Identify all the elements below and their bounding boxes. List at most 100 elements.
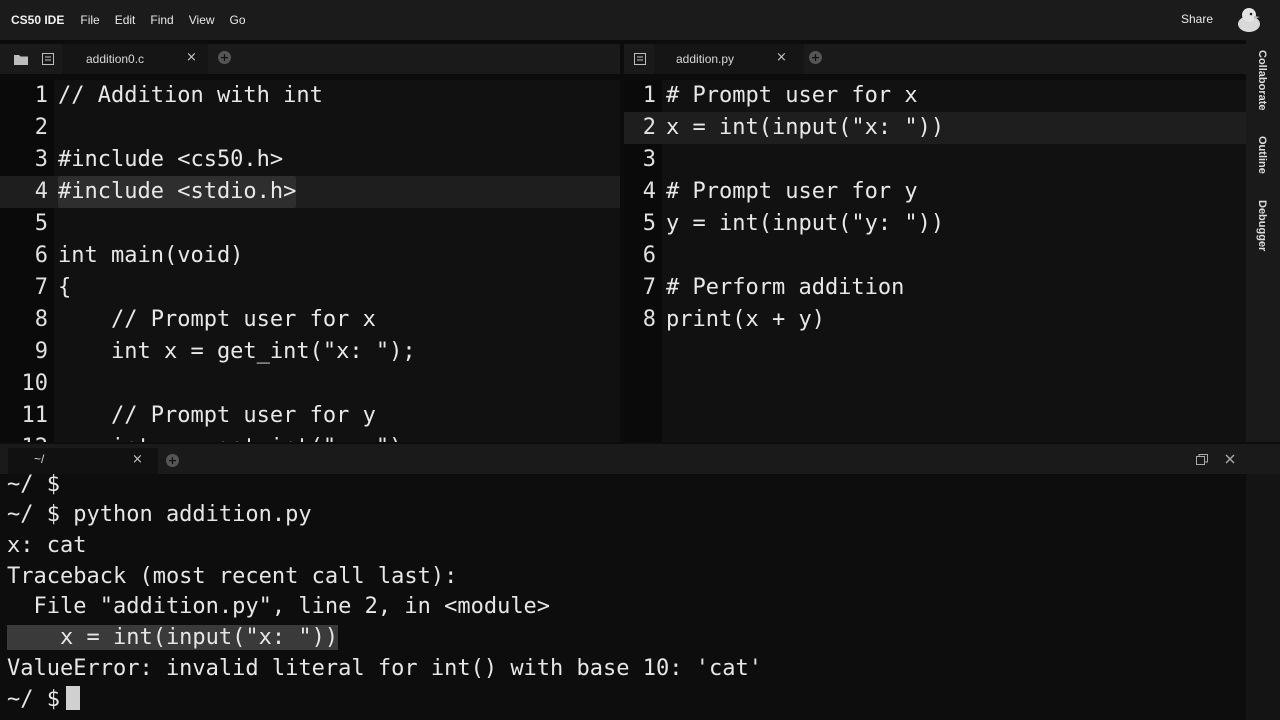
- line-number: 6: [642, 243, 656, 268]
- terminal-cursor: [65, 686, 80, 710]
- line-number: 8: [34, 307, 48, 332]
- tab-label: addition0.c: [86, 52, 145, 66]
- code-text: # Perform addition: [666, 275, 905, 300]
- line-number: 10: [21, 371, 49, 396]
- code-line[interactable]: 5 y = int(input("y: ")): [624, 208, 1246, 240]
- terminal-line: x: cat: [7, 533, 87, 558]
- terminal-prompt: ~/ $: [7, 687, 60, 712]
- tab-debugger[interactable]: Debugger: [1256, 200, 1268, 251]
- code-text: #include <cs50.h>: [58, 147, 284, 172]
- close-icon[interactable]: [1225, 454, 1235, 464]
- line-number: 4: [642, 179, 656, 204]
- line-number: 6: [34, 243, 48, 268]
- right-code-editor[interactable]: 1 # Prompt user for x 2 x = int(input("x: "…: [624, 80, 1246, 442]
- code-line[interactable]: 1 # Prompt user for x: [624, 80, 1246, 112]
- tab-label: ~/: [34, 452, 45, 466]
- code-line[interactable]: 3: [624, 144, 1246, 176]
- code-line[interactable]: 12 int y = get_int("y: ");: [0, 432, 620, 442]
- line-number: 3: [34, 147, 48, 172]
- terminal-line: File "addition.py", line 2, in <module>: [7, 594, 551, 619]
- app-brand: CS50 IDE: [11, 13, 65, 27]
- code-line[interactable]: 6: [624, 240, 1246, 272]
- code-text: int main(void): [58, 243, 244, 268]
- line-number: 1: [642, 83, 656, 108]
- line-number: 5: [34, 211, 48, 236]
- code-line[interactable]: 1 // Addition with int: [0, 80, 620, 112]
- code-line[interactable]: 2 x = int(input("x: ")): [624, 112, 1246, 144]
- menu-go[interactable]: Go: [230, 13, 246, 27]
- tab-addition-py[interactable]: addition.py ×: [654, 44, 804, 74]
- code-text: // Prompt user for y: [58, 403, 376, 428]
- share-button[interactable]: Share: [1181, 12, 1213, 26]
- close-icon[interactable]: ×: [132, 452, 143, 467]
- terminal-scrollbar[interactable]: [1246, 474, 1280, 720]
- code-text: {: [58, 275, 72, 300]
- code-line[interactable]: 4 # Prompt user for y: [624, 176, 1246, 208]
- menu-find[interactable]: Find: [150, 13, 173, 27]
- line-number: 1: [34, 83, 48, 108]
- right-sidebar: Collaborate Outline Debugger: [1246, 40, 1280, 442]
- restore-window-icon[interactable]: [1196, 454, 1208, 465]
- new-tab-button[interactable]: +: [809, 51, 822, 64]
- close-icon[interactable]: ×: [186, 50, 197, 65]
- code-line[interactable]: 11 // Prompt user for y: [0, 400, 620, 432]
- menu-view[interactable]: View: [189, 13, 215, 27]
- code-line[interactable]: 4 #include <stdio.h>: [0, 176, 620, 208]
- terminal-output[interactable]: ~/ $ ~/ $ python addition.py x: cat Trac…: [0, 472, 1246, 720]
- terminal-line: ~/ $ python addition.py: [7, 502, 312, 527]
- code-text: // Prompt user for x: [58, 307, 376, 332]
- code-line[interactable]: 7 # Perform addition: [624, 272, 1246, 304]
- terminal-line: ~/ $: [7, 472, 60, 497]
- left-code-editor[interactable]: 1 // Addition with int 2 3 #include <cs50.h>…: [0, 80, 620, 442]
- terminal-line: x = int(input("x: ")): [7, 623, 339, 653]
- file-icon[interactable]: [42, 53, 54, 65]
- menu-edit[interactable]: Edit: [115, 13, 136, 27]
- code-line[interactable]: 3 #include <cs50.h>: [0, 144, 620, 176]
- code-text: x = int(input("x: ")): [666, 115, 945, 140]
- tab-addition0-c[interactable]: addition0.c ×: [62, 44, 208, 74]
- tab-collaborate[interactable]: Collaborate: [1256, 50, 1268, 111]
- line-number: 12: [0, 432, 49, 442]
- code-line[interactable]: 2: [0, 112, 620, 144]
- terminal-line: Traceback (most recent call last):: [7, 564, 458, 589]
- code-line[interactable]: 8 print(x + y): [624, 304, 1246, 336]
- line-number: 9: [34, 339, 48, 364]
- terminal-prompt-line: ~/ $: [7, 685, 80, 715]
- code-text: y = int(input("y: ")): [666, 211, 945, 236]
- code-line[interactable]: 10: [0, 368, 620, 400]
- selected-text: x = int(input("x: ")): [7, 625, 339, 650]
- code-text: // Addition with int: [58, 83, 323, 108]
- left-pane-tabbar: addition0.c × +: [0, 44, 620, 74]
- tab-label: addition.py: [676, 52, 735, 66]
- menu-bar: CS50 IDE File Edit Find View Go Share: [0, 0, 1280, 40]
- code-text: int x = get_int("x: ");: [58, 339, 416, 364]
- line-number: 5: [642, 211, 656, 236]
- duck-avatar-icon[interactable]: [1234, 4, 1264, 34]
- code-text: # Prompt user for y: [666, 179, 918, 204]
- line-number: 7: [34, 275, 48, 300]
- code-text: print(x + y): [666, 307, 825, 332]
- close-icon[interactable]: ×: [776, 50, 787, 65]
- tab-outline[interactable]: Outline: [1256, 136, 1268, 174]
- code-line[interactable]: 6 int main(void): [0, 240, 620, 272]
- code-line[interactable]: 7{: [0, 272, 620, 304]
- line-number: 2: [642, 115, 656, 140]
- line-number: 7: [642, 275, 656, 300]
- menu-file[interactable]: File: [80, 13, 99, 27]
- line-number: 8: [642, 307, 656, 332]
- line-number: 3: [642, 147, 656, 172]
- code-text: int y = get_int("y: ");: [58, 432, 416, 442]
- folder-icon[interactable]: [14, 54, 28, 65]
- new-tab-button[interactable]: +: [218, 51, 231, 64]
- line-number: 11: [21, 403, 49, 428]
- code-line[interactable]: 8 // Prompt user for x: [0, 304, 620, 336]
- new-terminal-button[interactable]: +: [166, 454, 179, 467]
- code-line[interactable]: 5: [0, 208, 620, 240]
- right-pane-tabbar: addition.py × +: [624, 44, 1246, 74]
- line-number: 2: [34, 115, 48, 140]
- code-line[interactable]: 9 int x = get_int("x: ");: [0, 336, 620, 368]
- line-number: 4: [34, 179, 48, 204]
- file-icon[interactable]: [634, 53, 646, 65]
- terminal-tabbar: ~/ × +: [0, 444, 1280, 474]
- code-text: # Prompt user for x: [666, 83, 918, 108]
